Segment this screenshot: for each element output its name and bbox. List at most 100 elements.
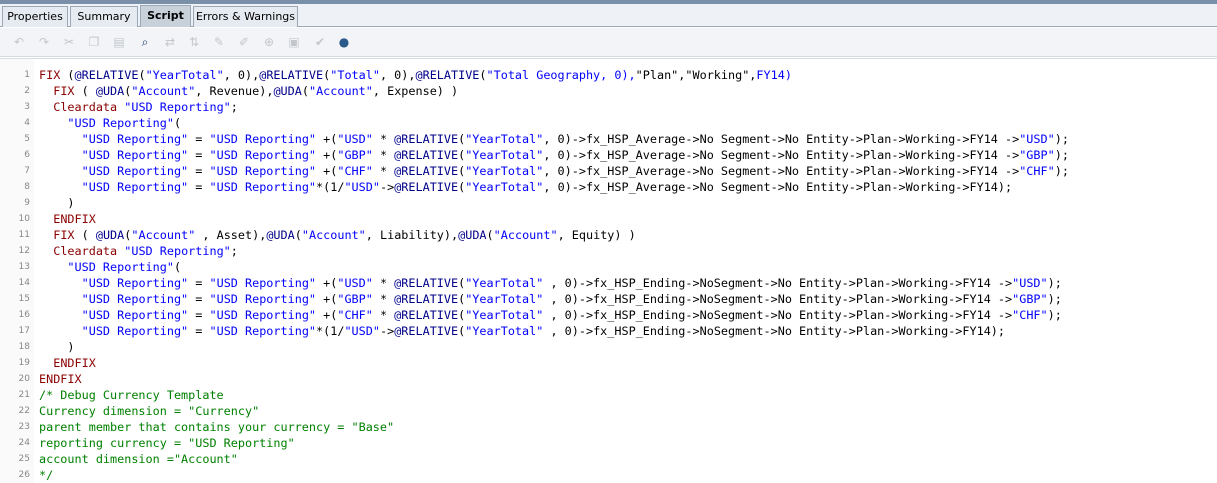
script-editor[interactable]: 1 FIX (@RELATIVE("YearTotal", 0),@RELATIV… [0, 58, 1217, 483]
line-number: 22 [18, 406, 30, 416]
line-number: 18 [18, 342, 30, 352]
code-token: , Equity) ) [557, 228, 636, 242]
tab-script[interactable]: Script [140, 5, 191, 27]
code-line[interactable]: 2 FIX ( @UDA("Account", Revenue),@UDA("A… [0, 83, 1217, 99]
line-number: 13 [18, 262, 30, 272]
line-number: 7 [24, 166, 30, 176]
code-token: ( [173, 116, 182, 130]
code-token: "Total" [330, 68, 380, 82]
code-token: FIX [53, 84, 75, 98]
code-token: account dimension ="Account" [39, 452, 238, 466]
line-number: 11 [18, 230, 30, 240]
code-token: "USD Reporting" [209, 148, 317, 162]
chat-icon[interactable]: ● [337, 35, 351, 49]
code-line[interactable]: 10 ENDFIX [0, 211, 1217, 227]
find-icon[interactable]: ⌕ [138, 35, 152, 49]
code-token: "USD Reporting" [209, 324, 317, 338]
undo-icon[interactable]: ↶ [12, 35, 26, 49]
code-line[interactable]: 13 "USD Reporting"( [0, 259, 1217, 275]
code-token: "YearTotal" [465, 324, 544, 338]
code-text: ENDFIX [39, 211, 96, 227]
uncomment-icon[interactable]: ✐ [237, 35, 251, 49]
comment-icon[interactable]: ✎ [212, 35, 226, 49]
cut-icon[interactable]: ✂ [62, 35, 76, 49]
code-line[interactable]: 18 ) [0, 339, 1217, 355]
code-token: ); [1047, 292, 1062, 306]
code-token: "USD" [344, 180, 380, 194]
code-token: ); [1054, 148, 1069, 162]
code-token: ); [1054, 164, 1069, 178]
code-token: @UDA [273, 84, 302, 98]
code-token: @RELATIVE [394, 276, 459, 290]
code-line[interactable]: 25 account dimension ="Account" [0, 451, 1217, 467]
tab-properties[interactable]: Properties [2, 6, 68, 27]
code-line[interactable]: 22 Currency dimension = "Currency" [0, 403, 1217, 419]
code-token: "USD" [337, 276, 373, 290]
code-text: reporting currency = "USD Reporting" [39, 435, 295, 451]
code-token: "USD Reporting" [81, 276, 189, 290]
tab-summary[interactable]: Summary [70, 6, 138, 27]
code-token: , Liability), [365, 228, 459, 242]
code-line[interactable]: 26 */ [0, 467, 1217, 483]
code-token: "YearTotal" [465, 180, 544, 194]
code-token: , 0)->fx_HSP_Average->No Segment->No Ent… [543, 148, 1020, 162]
code-line[interactable]: 7 "USD Reporting" = "USD Reporting" +("C… [0, 163, 1217, 179]
paste-icon[interactable]: ▤ [112, 35, 126, 49]
code-token: ( [60, 68, 75, 82]
code-line[interactable]: 15 "USD Reporting" = "USD Reporting" +("… [0, 291, 1217, 307]
replace-icon[interactable]: ⇄ [163, 35, 177, 49]
code-line[interactable]: 23 parent member that contains your curre… [0, 419, 1217, 435]
code-line[interactable]: 1 FIX (@RELATIVE("YearTotal", 0),@RELATIV… [0, 67, 1217, 83]
code-line[interactable]: 17 "USD Reporting" = "USD Reporting"*(1/… [0, 323, 1217, 339]
redo-icon[interactable]: ↷ [37, 35, 51, 49]
code-line[interactable]: 14 "USD Reporting" = "USD Reporting" +("… [0, 275, 1217, 291]
validate-icon[interactable]: ✔ [313, 35, 327, 49]
format-icon[interactable]: ▣ [287, 35, 301, 49]
code-token: "USD" [344, 324, 380, 338]
code-token: "USD Reporting" [209, 180, 317, 194]
code-line[interactable]: 12 Cleardata "USD Reporting"; [0, 243, 1217, 259]
code-line[interactable]: 20 ENDFIX [0, 371, 1217, 387]
code-line[interactable]: 8 "USD Reporting" = "USD Reporting"*(1/"… [0, 179, 1217, 195]
code-line[interactable]: 21 /* Debug Currency Template [0, 387, 1217, 403]
insert-icon[interactable]: ⊕ [262, 35, 276, 49]
tab-errors-warnings[interactable]: Errors & Warnings [193, 6, 298, 27]
code-line[interactable]: 19 ENDFIX [0, 355, 1217, 371]
code-token: "Account" [131, 228, 196, 242]
code-line[interactable]: 24 reporting currency = "USD Reporting" [0, 435, 1217, 451]
code-text: */ [39, 467, 53, 483]
code-token: = [188, 292, 210, 306]
code-token: "USD Reporting" [209, 292, 317, 306]
code-text: FIX ( @UDA("Account", Revenue),@UDA("Acc… [39, 83, 458, 99]
code-token: @UDA [458, 228, 487, 242]
code-token: ); [1047, 276, 1062, 290]
copy-icon[interactable]: ❐ [87, 35, 101, 49]
code-token: reporting currency = "USD Reporting" [39, 436, 295, 450]
code-line[interactable]: 5 "USD Reporting" = "USD Reporting" +("U… [0, 131, 1217, 147]
code-line[interactable]: 6 "USD Reporting" = "USD Reporting" +("G… [0, 147, 1217, 163]
code-token: "USD Reporting" [67, 116, 174, 130]
code-line[interactable]: 16 "USD Reporting" = "USD Reporting" +("… [0, 307, 1217, 323]
code-token: -> [379, 180, 395, 194]
code-token: ; [230, 244, 238, 258]
code-line[interactable]: 4 "USD Reporting"( [0, 115, 1217, 131]
code-token: +( [316, 308, 338, 322]
code-token: "USD Reporting" [81, 324, 189, 338]
code-token: "GBP" [337, 148, 373, 162]
code-token: @RELATIVE [394, 292, 459, 306]
code-line[interactable]: 3 Cleardata "USD Reporting"; [0, 99, 1217, 115]
code-token: "USD Reporting" [209, 308, 317, 322]
code-token: *(1/ [316, 180, 345, 194]
sort-icon[interactable]: ⇅ [187, 35, 201, 49]
code-token: +( [316, 292, 338, 306]
line-number: 6 [24, 150, 30, 160]
code-line[interactable]: 9 ) [0, 195, 1217, 211]
code-line[interactable]: 11 FIX ( @UDA("Account" , Asset),@UDA("A… [0, 227, 1217, 243]
